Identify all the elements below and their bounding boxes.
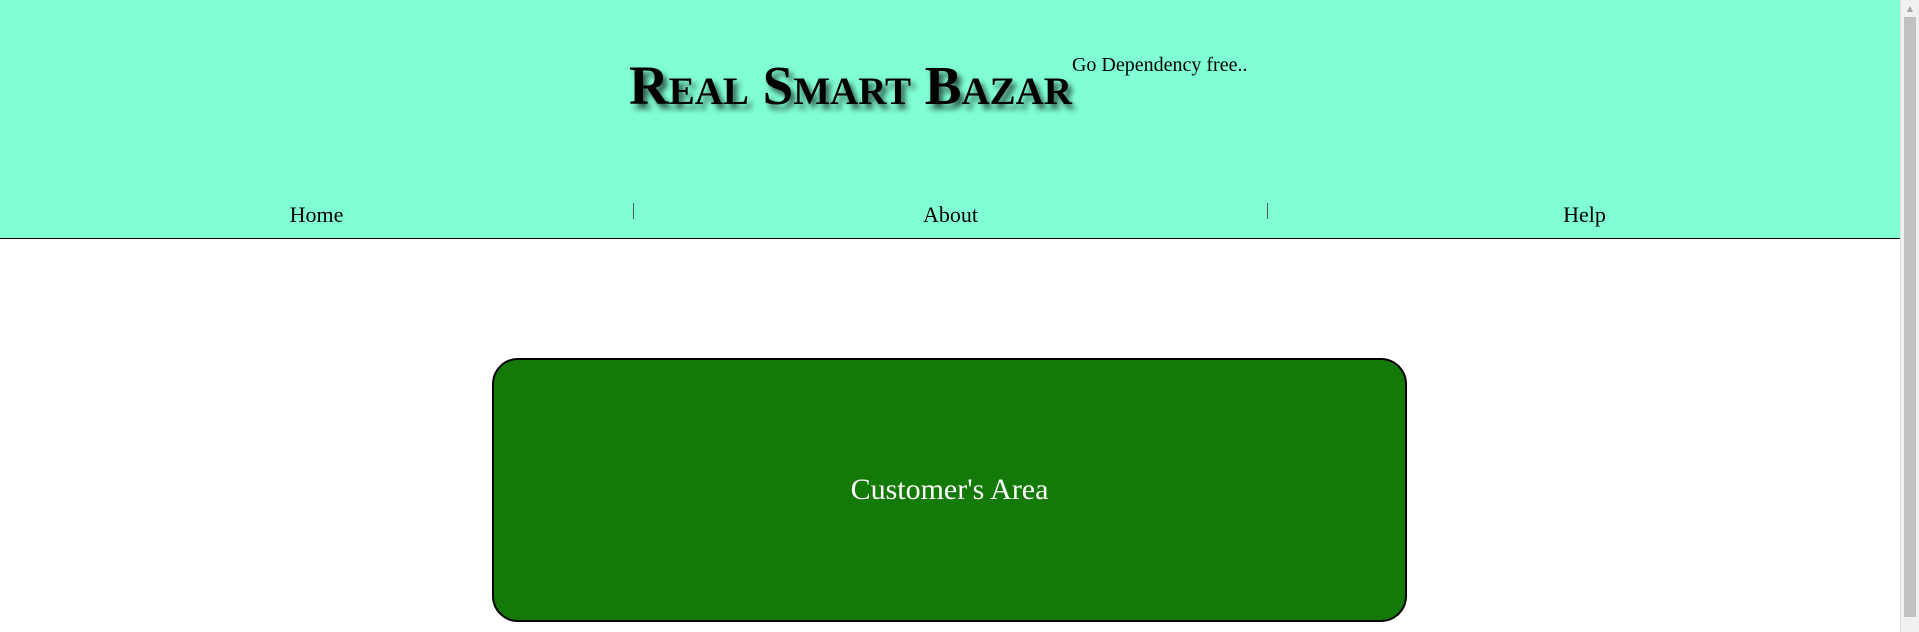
nav-item-home[interactable]: Home <box>0 195 633 235</box>
scrollbar-thumb[interactable] <box>1904 17 1916 617</box>
nav-item-about[interactable]: About <box>634 195 1267 235</box>
nav-item-help[interactable]: Help <box>1268 195 1900 235</box>
site-tagline: Go Dependency free.. <box>1071 54 1248 76</box>
site-title: Real Smart Bazar <box>629 55 1072 116</box>
customer-area-button[interactable]: Customer's Area <box>492 358 1407 622</box>
browser-page: Real Smart BazarGo Dependency free.. Hom… <box>0 0 1919 632</box>
main-nav: Home About Help <box>0 195 1900 235</box>
scroll-up-arrow-icon[interactable]: ▲ <box>1901 0 1919 17</box>
customer-area-label: Customer's Area <box>850 473 1049 506</box>
site-header: Real Smart BazarGo Dependency free.. Hom… <box>0 0 1900 239</box>
vertical-scrollbar[interactable]: ▲ <box>1900 0 1919 632</box>
page-viewport: Real Smart BazarGo Dependency free.. Hom… <box>0 0 1900 632</box>
brand: Real Smart BazarGo Dependency free.. <box>629 52 1247 122</box>
